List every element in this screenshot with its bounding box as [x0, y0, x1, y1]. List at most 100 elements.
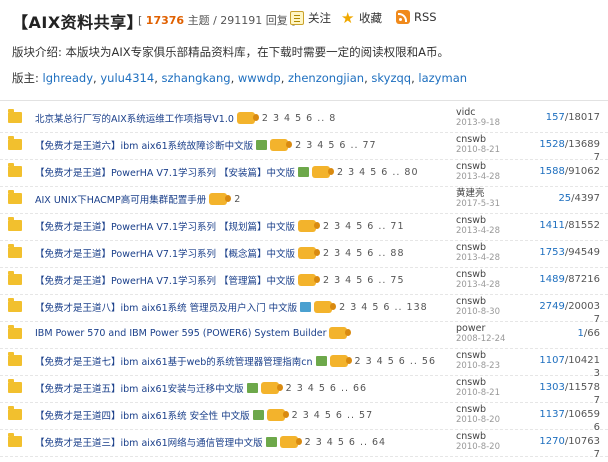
thread-topic: 【免费才是王道】PowerHA V7.1学习系列 【安装篇】中文版 2 3 4 5…: [35, 165, 450, 179]
thread-title-link[interactable]: 【免费才是王道三】ibm aix61网络与通信管理中文版: [35, 435, 263, 449]
thread-topic: 【免费才是王道】PowerHA V7.1学习系列 【管理篇】中文版 2 3 4 5…: [35, 273, 450, 287]
post-date: 2010-8-21: [456, 388, 500, 398]
author-name[interactable]: cnswb: [456, 404, 500, 415]
reply-count[interactable]: 1528: [539, 139, 564, 150]
reply-count[interactable]: 1753: [539, 247, 564, 258]
author-name[interactable]: cnswb: [456, 350, 500, 361]
thread-topic: 【免费才是王道七】ibm aix61基于web的系统管理器管理指南cn 2 3 4…: [35, 354, 450, 368]
page-links[interactable]: 2 3 4 5 6 .. 77: [295, 140, 376, 151]
attachment-icon: [329, 327, 352, 339]
reply-count[interactable]: 1137: [539, 409, 564, 420]
thread-title-link[interactable]: 【免费才是王道】PowerHA V7.1学习系列 【概念篇】中文版: [35, 246, 295, 260]
topics-count: 17376: [145, 14, 185, 27]
author-name[interactable]: power: [456, 323, 505, 334]
thread-title-link[interactable]: 北京某总行厂写的AIX系统运维工作项指导V1.0: [35, 111, 234, 125]
thread-author-block: cnswb 2010-8-21: [456, 134, 500, 156]
image-icon: [252, 410, 264, 420]
thread-row: 【免费才是王道】PowerHA V7.1学习系列 【安装篇】中文版 2 3 4 5…: [0, 160, 608, 187]
thread-title-link[interactable]: 【免费才是王道七】ibm aix61基于web的系统管理器管理指南cn: [35, 354, 313, 368]
reply-count[interactable]: 1303: [539, 382, 564, 393]
thread-title-link[interactable]: AIX UNIX下HACMP高可用集群配置手册: [35, 192, 206, 206]
author-name[interactable]: cnswb: [456, 269, 500, 280]
moderator-link[interactable]: zhenzongjian: [288, 71, 364, 85]
moderator-link[interactable]: yulu4314: [100, 71, 154, 85]
thread-title-link[interactable]: 【免费才是王道】PowerHA V7.1学习系列 【规划篇】中文版: [35, 219, 295, 233]
thread-row: 【免费才是王道四】ibm aix61系统 安全性 中文版 2 3 4 5 6 ..…: [0, 403, 608, 433]
author-name[interactable]: cnswb: [456, 377, 500, 388]
favorite-button[interactable]: ★ 收藏: [341, 10, 382, 26]
author-name[interactable]: cnswb: [456, 431, 500, 442]
thread-author-block: cnswb 2010-8-30: [456, 296, 500, 318]
page-links[interactable]: 2 3 4 5 6 .. 66: [286, 383, 367, 394]
attachment-icon: [270, 139, 293, 151]
rss-icon: [396, 10, 410, 24]
folder-icon: [8, 217, 22, 231]
moderator-link[interactable]: skyzqq: [371, 71, 411, 85]
folder-icon: [8, 379, 22, 393]
thread-title-link[interactable]: 【免费才是王道六】ibm aix61系统故障诊断中文版: [35, 138, 253, 152]
thread-title-link[interactable]: 【免费才是王道】PowerHA V7.1学习系列 【安装篇】中文版: [35, 165, 295, 179]
image-icon: [256, 140, 268, 150]
star-icon: ★: [341, 9, 355, 27]
author-name[interactable]: cnswb: [456, 242, 500, 253]
folder-icon: [8, 163, 22, 177]
reply-count[interactable]: 1588: [539, 166, 564, 177]
reply-count[interactable]: 1489: [539, 274, 564, 285]
post-date: 2013-4-28: [456, 172, 500, 182]
thread-title-link[interactable]: IBM Power 570 and IBM Power 595 (POWER6)…: [35, 328, 326, 339]
page-links[interactable]: 2 3 4 5 6 .. 138: [339, 302, 428, 313]
moderator-link[interactable]: szhangkang: [162, 71, 231, 85]
author-name[interactable]: cnswb: [456, 161, 500, 172]
page-links[interactable]: 2 3 4 5 6 .. 75: [323, 275, 404, 286]
view-count: 13689: [568, 139, 600, 150]
view-count-wrap: 7: [593, 449, 600, 460]
follow-button[interactable]: 关注: [290, 10, 331, 26]
thread-title-link[interactable]: 【免费才是王道】PowerHA V7.1学习系列 【管理篇】中文版: [35, 273, 295, 287]
reply-count[interactable]: 1270: [539, 436, 564, 447]
thread-title-link[interactable]: 【免费才是王道四】ibm aix61系统 安全性 中文版: [35, 408, 250, 422]
image-icon: [246, 383, 258, 393]
page-links[interactable]: 2 3 4 5 6 .. 64: [305, 437, 386, 448]
moderator-link[interactable]: wwwdp: [238, 71, 281, 85]
page-links[interactable]: 2 3 4 5 6 .. 88: [323, 248, 404, 259]
page-links[interactable]: 2 3 4 5 6 .. 80: [337, 167, 418, 178]
moderator-link[interactable]: lazyman: [418, 71, 467, 85]
view-count: 18017: [568, 112, 600, 123]
moderator-separator: ,: [280, 71, 289, 85]
folder-icon: [8, 298, 22, 312]
author-name[interactable]: vidc: [456, 107, 500, 118]
reply-count[interactable]: 157: [546, 112, 565, 123]
reply-count[interactable]: 1411: [539, 220, 564, 231]
attachment-icon: [260, 382, 283, 394]
favorite-label: 收藏: [359, 11, 382, 25]
page-links[interactable]: 2 3 4 5 6 .. 8: [262, 113, 336, 124]
page-links[interactable]: 2 3 4 5 6 .. 56: [355, 356, 436, 367]
forum-stats: [ 17376 主题 / 291191 回复 ]: [138, 12, 296, 28]
thread-row: 【免费才是王道】PowerHA V7.1学习系列 【管理篇】中文版 2 3 4 5…: [0, 268, 608, 295]
reply-count[interactable]: 2749: [539, 301, 564, 312]
page-links[interactable]: 2 3 4 5 6 .. 57: [292, 410, 373, 421]
page-links[interactable]: 2: [234, 194, 241, 205]
author-name[interactable]: cnswb: [456, 296, 500, 307]
thread-title-link[interactable]: 【免费才是王道八】ibm aix61系统 管理员及用户入门 中文版: [35, 300, 297, 314]
moderator-link[interactable]: lghready: [43, 71, 94, 85]
folder-icon: [8, 136, 22, 150]
view-count: 20003: [568, 301, 600, 312]
rss-button[interactable]: RSS: [396, 10, 437, 24]
thread-author-block: cnswb 2010-8-21: [456, 377, 500, 399]
thread-title-link[interactable]: 【免费才是王道五】ibm aix61安装与迁移中文版: [35, 381, 244, 395]
folder-icon: [8, 271, 22, 285]
author-name[interactable]: cnswb: [456, 134, 500, 145]
post-date: 2010-8-21: [456, 145, 500, 155]
thread-row: 北京某总行厂写的AIX系统运维工作项指导V1.0 2 3 4 5 6 .. 8 vi…: [0, 106, 608, 133]
page-links[interactable]: 2 3 4 5 6 .. 71: [323, 221, 404, 232]
author-name[interactable]: cnswb: [456, 215, 500, 226]
attachment-icon: [329, 355, 352, 367]
reply-count[interactable]: 1107: [539, 355, 564, 366]
reply-count[interactable]: 25: [558, 193, 571, 204]
follow-label: 关注: [308, 11, 331, 25]
forum-intro: 版块介绍: 本版块为AIX专家俱乐部精品资料库，在下载时需要一定的阅读权限和A币…: [12, 45, 450, 59]
thread-stats: 1/66: [508, 327, 600, 340]
thread-stats: 25/4397: [508, 192, 600, 205]
author-name[interactable]: 黄建亮: [456, 188, 500, 199]
